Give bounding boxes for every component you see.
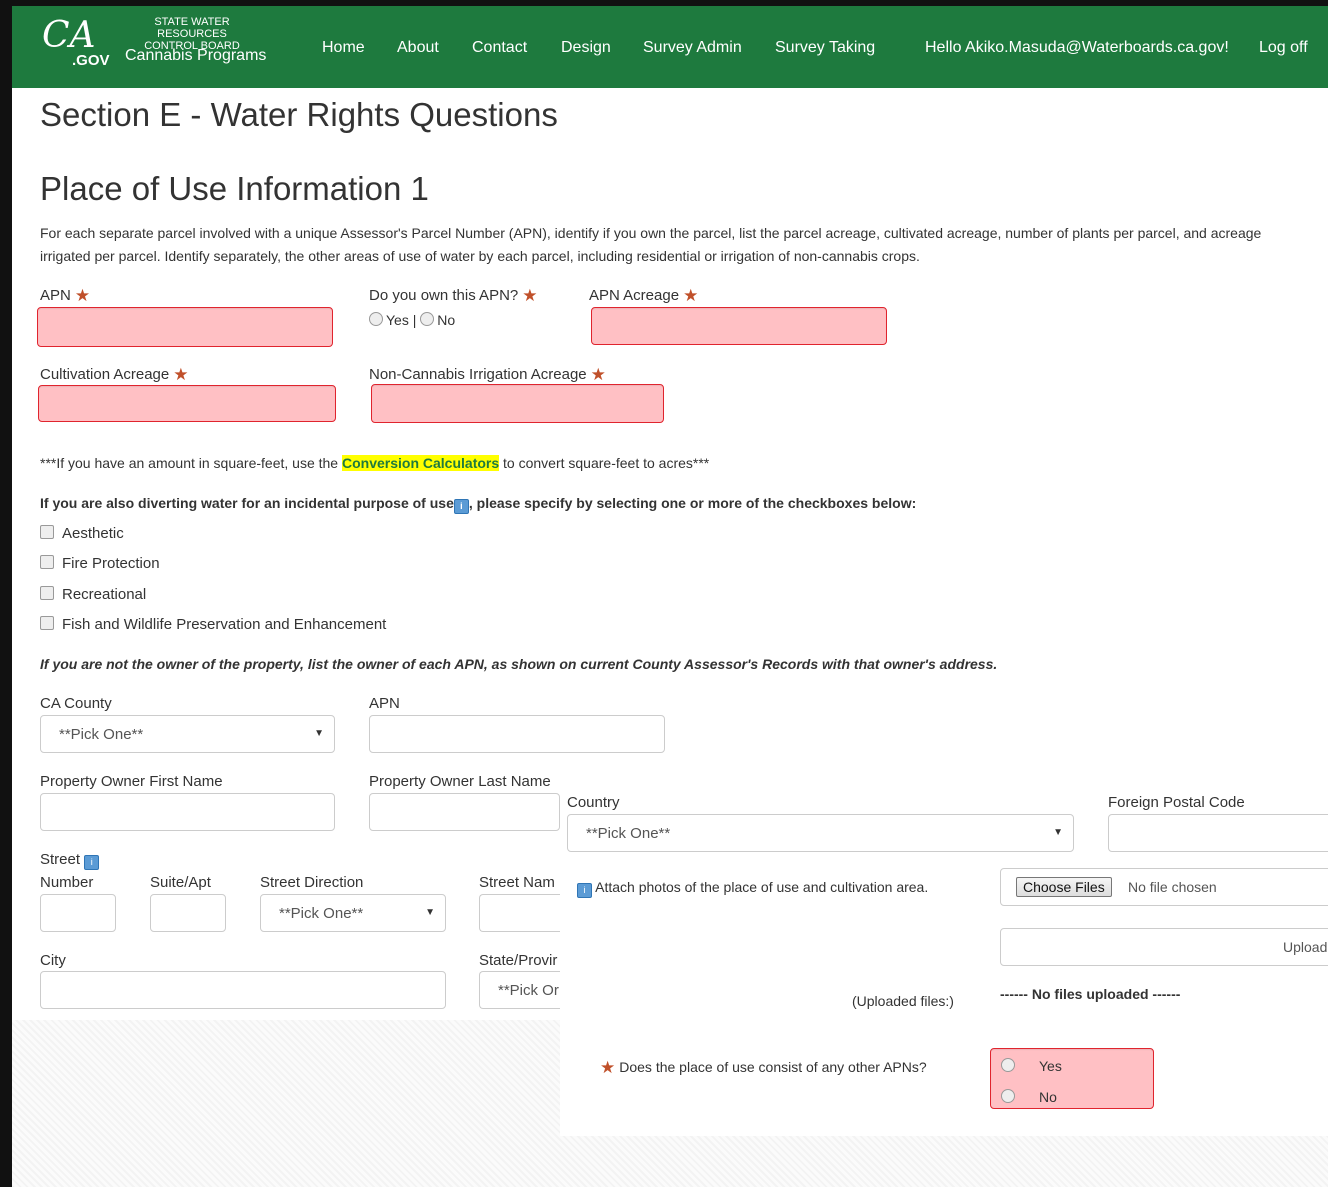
section-title: Section E - Water Rights Questions (40, 96, 558, 133)
info-icon[interactable]: i (577, 883, 592, 898)
conversion-calculators-link[interactable]: Conversion Calculators (341, 455, 500, 471)
own-no-radio[interactable] (420, 312, 435, 326)
postal-code-input[interactable] (1108, 814, 1328, 852)
cultivation-acreage-input[interactable] (38, 385, 336, 422)
chevron-down-icon: ▼ (1053, 827, 1063, 838)
checkbox-aesthetic[interactable]: Aesthetic (40, 525, 124, 542)
upload-text: Upload (1283, 939, 1328, 955)
top-navbar: CA .GOV STATE WATER RESOURCES CONTROL BO… (12, 6, 1328, 88)
cultivation-acreage-label: Cultivation Acreage ★ (40, 365, 189, 384)
state-label: State/Provir (479, 952, 558, 969)
overlay-panel: Country **Pick One** ▼ Foreign Postal Cod… (560, 790, 1328, 1136)
owner-apn-label: APN (369, 695, 400, 712)
checkbox-icon[interactable] (40, 586, 54, 600)
nav-about[interactable]: About (397, 39, 439, 57)
info-icon[interactable]: i (84, 855, 100, 870)
last-name-input[interactable] (369, 793, 560, 831)
logo-ca-text: CA (42, 15, 96, 56)
checkbox-fire-protection[interactable]: Fire Protection (40, 555, 160, 572)
country-select[interactable]: **Pick One** ▼ (567, 814, 1074, 852)
apn-input[interactable] (37, 307, 333, 347)
direction-label: Street Direction (260, 874, 364, 891)
file-input[interactable]: Choose Files No file chosen (1000, 868, 1328, 906)
nav-design[interactable]: Design (561, 39, 611, 57)
checkbox-icon[interactable] (40, 616, 54, 630)
required-star-icon: ★ (74, 286, 91, 305)
other-yes-radio[interactable] (1001, 1058, 1015, 1072)
street-label: Street i (40, 851, 100, 870)
checkbox-recreational[interactable]: Recreational (40, 586, 146, 603)
intro-text: For each separate parcel involved with a… (40, 225, 1262, 264)
suite-input[interactable] (150, 894, 226, 932)
own-yes-label[interactable]: Yes (386, 312, 409, 328)
suite-label: Suite/Apt (150, 874, 211, 891)
street-name-label: Street Nam (479, 874, 555, 891)
first-name-label: Property Owner First Name (40, 773, 223, 790)
street-number-input[interactable] (40, 894, 116, 932)
checkbox-fish-wildlife[interactable]: Fish and Wildlife Preservation and Enhan… (40, 616, 386, 633)
info-icon[interactable]: i (453, 499, 469, 514)
other-no-radio[interactable] (1001, 1089, 1015, 1103)
state-select[interactable]: **Pick Or (479, 971, 560, 1009)
no-files-uploaded-text: ------ No files uploaded ------ (1000, 986, 1181, 1002)
upload-button[interactable]: Upload (1000, 928, 1328, 966)
nav-contact[interactable]: Contact (472, 39, 527, 57)
required-star-icon: ★ (173, 365, 189, 384)
user-greeting[interactable]: Hello Akiko.Masuda@Waterboards.ca.gov! (925, 39, 1229, 57)
required-star-icon: ★ (590, 365, 606, 384)
other-apns-radio-group[interactable]: Yes No (990, 1048, 1154, 1109)
program-name[interactable]: Cannabis Programs (125, 47, 266, 65)
street-direction-select[interactable]: **Pick One** ▼ (260, 894, 446, 932)
apn-acreage-label: APN Acreage ★ (589, 286, 699, 305)
chevron-down-icon: ▼ (425, 907, 435, 918)
checkbox-icon[interactable] (40, 525, 54, 539)
city-input[interactable] (40, 971, 446, 1009)
own-yes-radio[interactable] (369, 312, 383, 326)
required-star-icon: ★ (600, 1058, 616, 1077)
nav-survey-admin[interactable]: Survey Admin (643, 39, 742, 57)
country-label: Country (567, 794, 620, 811)
apn-label: APN ★ (40, 286, 91, 305)
postal-code-label: Foreign Postal Code (1108, 794, 1245, 811)
attach-photos-label: i Attach photos of the place of use and … (577, 879, 928, 898)
owner-instruction: If you are not the owner of the property… (40, 656, 998, 672)
number-label: Number (40, 874, 94, 891)
conversion-note: ***If you have an amount in square-feet,… (40, 455, 710, 471)
choose-files-button[interactable]: Choose Files (1016, 877, 1112, 897)
org-line-1: STATE WATER RESOURCES (154, 16, 230, 40)
own-no-label[interactable]: No (437, 312, 455, 328)
other-apns-no[interactable]: No (1001, 1089, 1057, 1105)
logoff-link[interactable]: Log off (1259, 39, 1308, 57)
checkbox-icon[interactable] (40, 555, 54, 569)
nav-home[interactable]: Home (322, 39, 365, 57)
chevron-down-icon: ▼ (314, 728, 324, 739)
incidental-question: If you are also diverting water for an i… (40, 495, 916, 514)
place-of-use-title: Place of Use Information 1 (40, 170, 429, 207)
apn-acreage-input[interactable] (591, 307, 887, 345)
city-label: City (40, 952, 66, 969)
county-select[interactable]: **Pick One** ▼ (40, 715, 335, 753)
county-label: CA County (40, 695, 112, 712)
other-apns-yes[interactable]: Yes (1001, 1058, 1062, 1074)
required-star-icon: ★ (522, 286, 538, 305)
required-star-icon: ★ (683, 286, 699, 305)
street-name-input[interactable] (479, 894, 560, 932)
owner-apn-input[interactable] (369, 715, 665, 753)
own-separator: | (412, 312, 417, 328)
nav-survey-taking[interactable]: Survey Taking (775, 39, 875, 57)
first-name-input[interactable] (40, 793, 335, 831)
other-apns-question: ★ Does the place of use consist of any ot… (600, 1058, 927, 1077)
noncannabis-acreage-input[interactable] (371, 384, 664, 423)
own-apn-label: Do you own this APN? ★ (369, 286, 538, 305)
logo-gov-text: .GOV (72, 52, 110, 69)
noncannabis-acreage-label: Non-Cannabis Irrigation Acreage ★ (369, 365, 606, 384)
last-name-label: Property Owner Last Name (369, 773, 551, 790)
own-apn-radios: Yes | No (369, 312, 455, 328)
no-file-chosen-text: No file chosen (1128, 879, 1217, 895)
uploaded-files-label: (Uploaded files:) (852, 993, 954, 1009)
